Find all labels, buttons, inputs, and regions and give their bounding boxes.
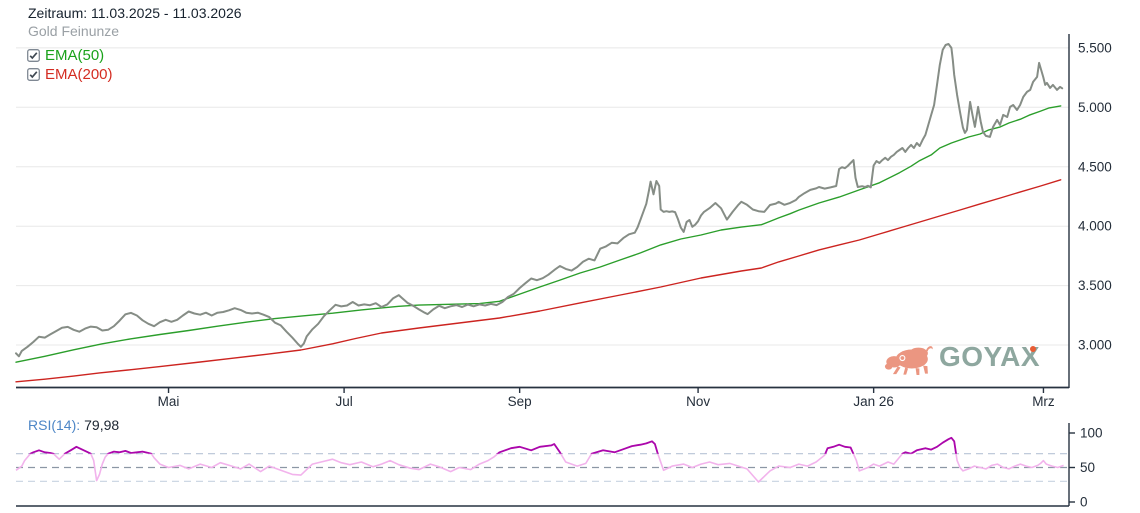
period-label: Zeitraum: 11.03.2025 - 11.03.2026 xyxy=(28,5,242,21)
svg-text:Nov: Nov xyxy=(686,394,710,409)
legend-label-ema50: EMA(50) xyxy=(45,47,105,64)
svg-text:Jul: Jul xyxy=(335,394,352,409)
checkbox-checked-icon[interactable] xyxy=(27,68,40,81)
legend-item-ema50[interactable]: EMA(50) xyxy=(27,48,104,63)
svg-text:3.000: 3.000 xyxy=(1078,338,1112,353)
price-rsi-chart-canvas[interactable]: Mai Jul Sep Nov Jan 26 Mrz 5.500 5.000 4.500 4.00… xyxy=(0,0,1140,513)
rsi-indicator-label: RSI(14): xyxy=(28,417,81,433)
svg-text:100: 100 xyxy=(1080,426,1103,441)
svg-text:Mai: Mai xyxy=(158,394,180,409)
svg-text:4.500: 4.500 xyxy=(1078,159,1112,174)
svg-text:Jan 26: Jan 26 xyxy=(853,394,894,409)
svg-text:Sep: Sep xyxy=(508,394,532,409)
rsi-readout: RSI(14): 79,98 xyxy=(28,417,119,433)
svg-text:4.000: 4.000 xyxy=(1078,219,1112,234)
instrument-name: Gold Feinunze xyxy=(28,23,120,39)
legend-label-ema200: EMA(200) xyxy=(45,66,113,83)
goyax-logo-dot xyxy=(1030,346,1036,352)
svg-text:0: 0 xyxy=(1080,495,1088,510)
svg-text:3.500: 3.500 xyxy=(1078,278,1112,293)
rsi-value: 79,98 xyxy=(84,417,120,433)
goyax-logo-text: GOYAX xyxy=(939,341,1041,372)
svg-text:50: 50 xyxy=(1080,460,1095,475)
svg-text:Mrz: Mrz xyxy=(1032,394,1055,409)
checkbox-checked-icon[interactable] xyxy=(27,49,40,62)
svg-text:5.500: 5.500 xyxy=(1078,40,1112,55)
gold-chart-widget: Mai Jul Sep Nov Jan 26 Mrz 5.500 5.000 4.500 4.00… xyxy=(0,0,1140,513)
svg-text:5.000: 5.000 xyxy=(1078,100,1112,115)
goyax-bull-icon xyxy=(884,346,933,376)
legend-item-ema200[interactable]: EMA(200) xyxy=(27,67,113,82)
